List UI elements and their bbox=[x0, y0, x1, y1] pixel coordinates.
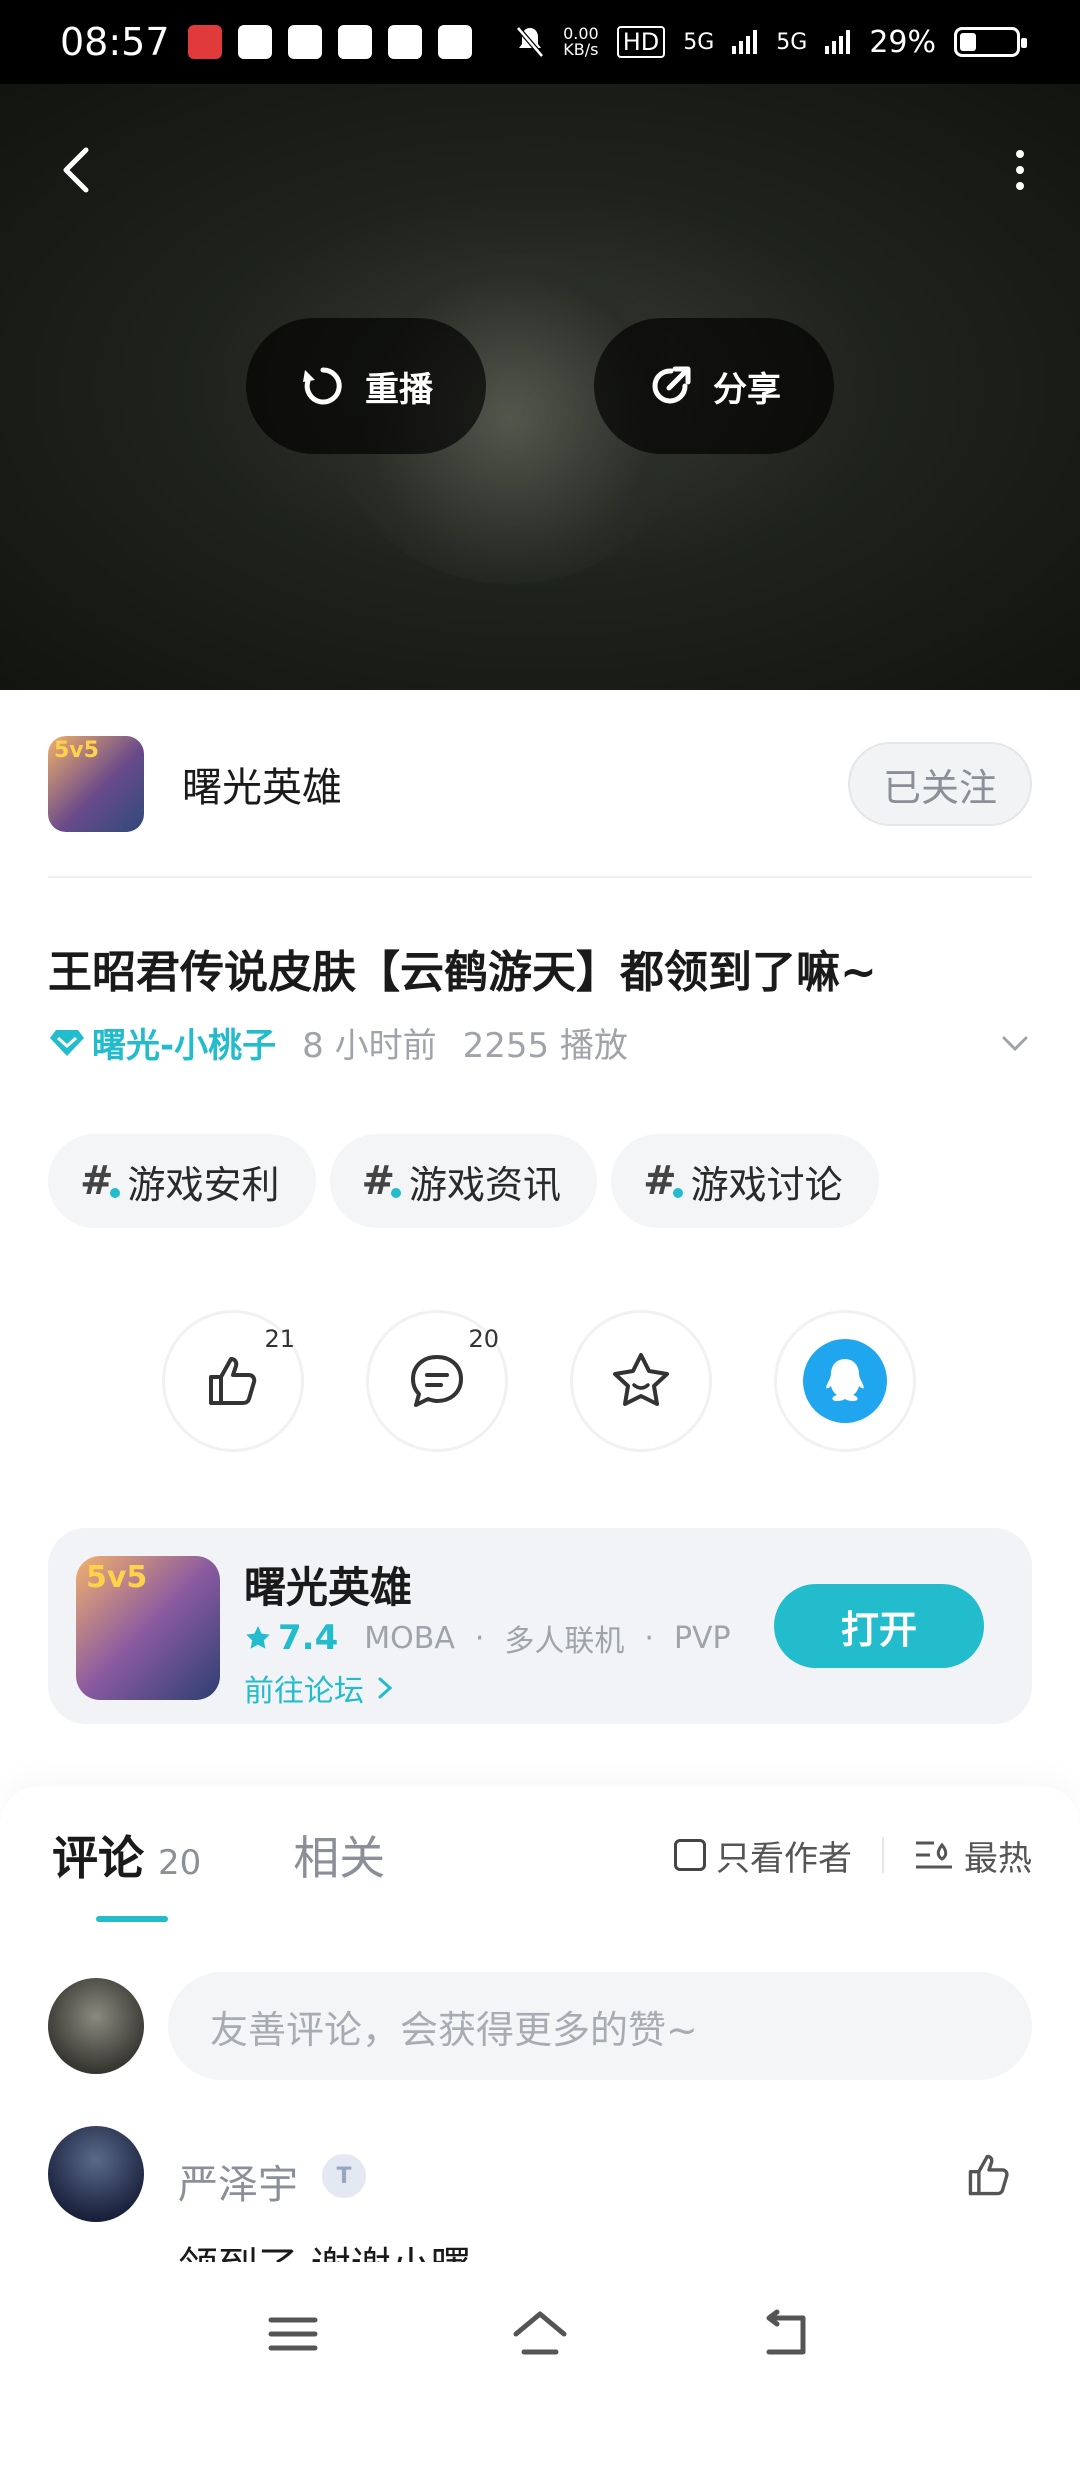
thumbs-up-icon[interactable] bbox=[962, 2148, 1016, 2202]
chevron-right-icon bbox=[378, 1677, 392, 1699]
publisher-logo[interactable]: 5v5 bbox=[48, 736, 144, 832]
star-icon bbox=[613, 1353, 669, 1406]
tag-list: # 游戏安利 # 游戏资讯 # 游戏讨论 bbox=[48, 1134, 879, 1228]
checkbox[interactable] bbox=[674, 1839, 706, 1871]
qq-share-button[interactable] bbox=[774, 1310, 916, 1452]
home-icon[interactable] bbox=[510, 2304, 570, 2364]
tab-related[interactable]: 相关 bbox=[293, 1822, 385, 1888]
app-notification-icon bbox=[187, 25, 222, 59]
post-time: 8 小时前 bbox=[302, 1026, 437, 1066]
more-vertical-icon[interactable] bbox=[1000, 140, 1040, 200]
tag-item[interactable]: # 游戏资讯 bbox=[329, 1134, 598, 1228]
chevron-down-icon[interactable] bbox=[998, 1026, 1032, 1060]
system-nav-bar bbox=[0, 2268, 1080, 2400]
commenter-avatar[interactable] bbox=[48, 2126, 144, 2222]
comment-text: 领到了 谢谢小曙 bbox=[178, 2234, 471, 2262]
comment-input-row: 友善评论，会获得更多的赞~ bbox=[48, 1972, 1032, 2080]
like-button[interactable]: 21 bbox=[162, 1310, 304, 1452]
share-button[interactable]: 分享 bbox=[594, 318, 834, 454]
divider bbox=[882, 1837, 884, 1873]
hashtag-icon: # bbox=[80, 1158, 120, 1204]
separator-dot: · bbox=[644, 1620, 654, 1656]
tag-item[interactable]: # 游戏讨论 bbox=[611, 1134, 879, 1228]
game-icon[interactable]: 5v5 bbox=[76, 1556, 220, 1700]
share-icon bbox=[652, 366, 691, 404]
qq-penguin-icon bbox=[826, 1359, 864, 1402]
game-genre: PVP bbox=[673, 1620, 731, 1656]
signal-2: 5G bbox=[776, 29, 808, 55]
author-name[interactable]: 曙光-小桃子 bbox=[92, 1018, 276, 1067]
battery-fill bbox=[960, 33, 976, 51]
commenter-name[interactable]: 严泽宇 bbox=[178, 2152, 298, 2210]
comments-count: 20 bbox=[158, 1843, 202, 1883]
game-rating: 7.4 bbox=[278, 1618, 339, 1658]
comment-item: 严泽宇 T 领到了 谢谢小曙 bbox=[48, 2126, 1032, 2262]
alipay-notification-icon bbox=[237, 25, 272, 59]
comment-input[interactable]: 友善评论，会获得更多的赞~ bbox=[168, 1972, 1032, 2080]
back-icon[interactable] bbox=[757, 2304, 817, 2364]
user-badge-icon: T bbox=[322, 2154, 366, 2198]
hd-indicator: HD bbox=[616, 26, 666, 58]
sort-icon bbox=[916, 1841, 952, 1869]
forum-link[interactable]: 前往论坛 bbox=[244, 1666, 396, 1710]
publisher-name[interactable]: 曙光英雄 bbox=[182, 755, 342, 813]
post-title: 王昭君传说皮肤【云鹤游天】都领到了嘛~ bbox=[48, 947, 877, 998]
publisher-row: 5v5 曙光英雄 已关注 bbox=[48, 734, 1032, 834]
replay-icon bbox=[303, 367, 342, 405]
status-bar: 08:57 0.00 KB/s HD 5G 5G 29% bbox=[0, 0, 1080, 84]
video-player[interactable]: 重播 分享 bbox=[0, 84, 1080, 690]
open-game-button[interactable]: 打开 bbox=[774, 1584, 984, 1668]
comment-button[interactable]: 20 bbox=[366, 1310, 508, 1452]
battery-percent: 29% bbox=[869, 24, 936, 60]
hashtag-icon: # bbox=[643, 1158, 683, 1204]
comment-tabs: 评论 20 相关 只看作者 最热 bbox=[52, 1822, 1032, 1888]
post-meta: 曙光-小桃子 8 小时前 2255 播放 bbox=[48, 1018, 1032, 1067]
divider bbox=[48, 876, 1032, 878]
signal-1: 5G bbox=[683, 29, 715, 55]
like-count: 21 bbox=[264, 1325, 295, 1353]
replay-label: 重播 bbox=[365, 369, 433, 410]
comment-bubble-icon bbox=[411, 1355, 463, 1407]
tag-item[interactable]: # 游戏安利 bbox=[48, 1134, 316, 1228]
status-time: 08:57 bbox=[60, 20, 170, 64]
action-row: 21 20 bbox=[162, 1310, 916, 1452]
hashtag-icon: # bbox=[362, 1158, 402, 1204]
tab-underline bbox=[96, 1916, 168, 1922]
game-info: 7.4 MOBA · 多人联机 · PVP bbox=[244, 1616, 731, 1660]
separator-dot: · bbox=[474, 1620, 485, 1656]
hourglass-notification-icon bbox=[337, 25, 372, 59]
play-count: 2255 播放 bbox=[462, 1026, 628, 1066]
tab-comments[interactable]: 评论 20 bbox=[52, 1822, 201, 1888]
thumbs-up-icon bbox=[209, 1357, 257, 1405]
mute-bell-icon bbox=[516, 26, 544, 58]
gallery-notification-icon bbox=[287, 25, 322, 59]
signal-bars-icon bbox=[825, 30, 851, 54]
comment-count: 20 bbox=[468, 1325, 499, 1353]
avatar[interactable] bbox=[48, 1978, 144, 2074]
game-card[interactable]: 5v5 曙光英雄 7.4 MOBA · 多人联机 · PVP 前往论坛 打开 bbox=[48, 1528, 1032, 1724]
sort-button[interactable]: 最热 bbox=[914, 1831, 1032, 1880]
game-name: 曙光英雄 bbox=[244, 1563, 413, 1612]
diamond-icon bbox=[50, 1029, 84, 1056]
menu-icon[interactable] bbox=[263, 2304, 323, 2364]
favorite-button[interactable] bbox=[570, 1310, 712, 1452]
battery-icon bbox=[954, 27, 1027, 57]
back-arrow-icon[interactable] bbox=[48, 140, 108, 200]
net-speed: 0.00 KB/s bbox=[563, 24, 599, 59]
only-author-toggle[interactable]: 只看作者 bbox=[674, 1831, 852, 1880]
replay-button[interactable]: 重播 bbox=[246, 318, 486, 454]
cat-notification-icon bbox=[387, 25, 422, 59]
mail-notification-icon bbox=[437, 25, 472, 59]
signal-bars-icon bbox=[732, 30, 758, 54]
star-filled-icon bbox=[246, 1626, 270, 1649]
share-label: 分享 bbox=[713, 369, 781, 410]
game-genre: 多人联机 bbox=[504, 1624, 625, 1659]
game-genre: MOBA bbox=[364, 1620, 455, 1656]
follow-button[interactable]: 已关注 bbox=[848, 742, 1032, 826]
